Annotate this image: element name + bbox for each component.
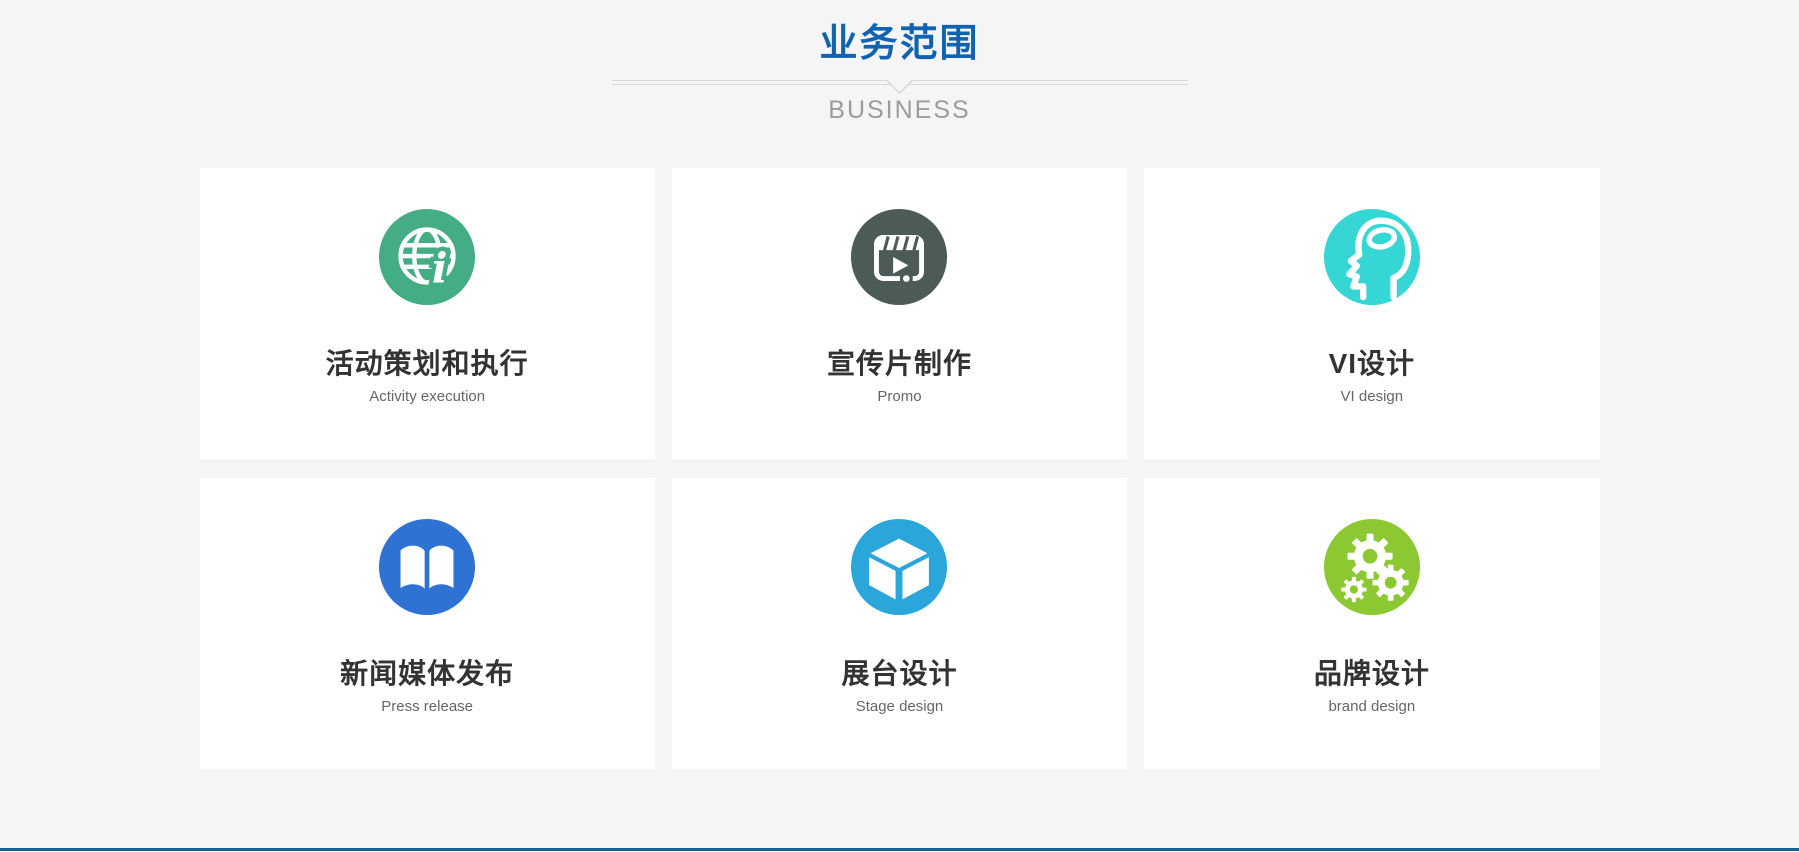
clapperboard-play-icon (850, 208, 948, 306)
title-divider (612, 80, 1188, 85)
card-subtitle: Promo (672, 389, 1127, 405)
card-vi-design[interactable]: VI设计 VI design (1144, 168, 1599, 459)
card-stage-design[interactable]: 展台设计 Stage design (672, 478, 1127, 769)
cube-icon (850, 518, 948, 616)
business-section: 业务范围 BUSINESS i 活动策划和执行 Activity (0, 0, 1799, 852)
section-header: 业务范围 BUSINESS (0, 0, 1799, 123)
card-subtitle: Stage design (672, 699, 1127, 715)
card-subtitle: VI design (1144, 389, 1599, 405)
globe-info-icon: i (378, 208, 476, 306)
card-subtitle: Press release (200, 699, 655, 715)
card-title: VI设计 (1144, 349, 1599, 379)
gears-icon (1323, 518, 1421, 616)
card-title: 品牌设计 (1144, 659, 1599, 689)
card-activity-execution[interactable]: i 活动策划和执行 Activity execution (200, 168, 655, 459)
card-subtitle: Activity execution (200, 389, 655, 405)
card-promo[interactable]: 宣传片制作 Promo (672, 168, 1127, 459)
open-book-icon (378, 518, 476, 616)
business-cards-grid: i 活动策划和执行 Activity execution (200, 168, 1600, 769)
chevron-down-icon (886, 67, 913, 94)
card-subtitle: brand design (1144, 699, 1599, 715)
svg-text:i: i (432, 243, 448, 292)
card-press-release[interactable]: 新闻媒体发布 Press release (200, 478, 655, 769)
page-subtitle: BUSINESS (0, 97, 1799, 123)
card-title: 新闻媒体发布 (200, 659, 655, 689)
card-title: 活动策划和执行 (200, 349, 655, 379)
page-title: 业务范围 (0, 22, 1799, 66)
card-brand-design[interactable]: 品牌设计 brand design (1144, 478, 1599, 769)
footer-accent-line (0, 848, 1799, 851)
card-title: 宣传片制作 (672, 349, 1127, 379)
head-profile-icon (1323, 208, 1421, 306)
card-title: 展台设计 (672, 659, 1127, 689)
